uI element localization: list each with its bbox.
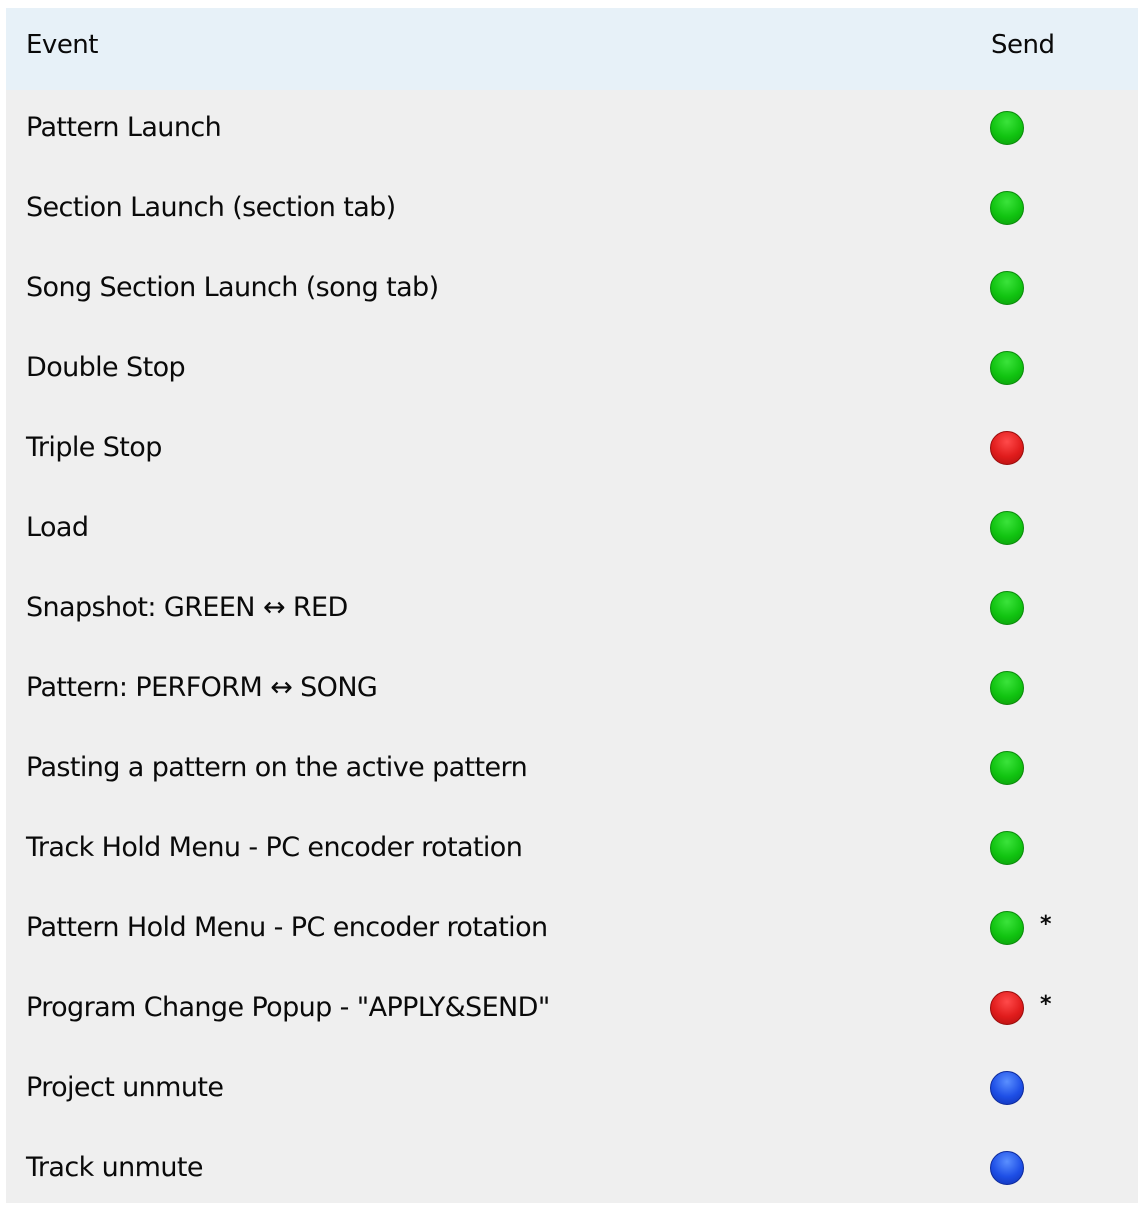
- blue-dot-icon: [990, 1151, 1024, 1185]
- table-row: Song Section Launch (song tab): [6, 250, 1138, 330]
- event-label: Triple Stop: [26, 432, 162, 463]
- table-row: Triple Stop: [6, 410, 1138, 490]
- event-label: Song Section Launch (song tab): [26, 272, 439, 303]
- table-row: Load: [6, 490, 1138, 570]
- red-dot-icon: [990, 991, 1024, 1025]
- send-column-header: Send: [991, 30, 1055, 60]
- event-label: Pattern Hold Menu - PC encoder rotation: [26, 912, 548, 943]
- green-dot-icon: [990, 911, 1024, 945]
- table-header: Event Send: [6, 8, 1138, 90]
- green-dot-icon: [990, 191, 1024, 225]
- event-label: Track unmute: [26, 1152, 203, 1183]
- event-label: Project unmute: [26, 1072, 224, 1103]
- table-row: Snapshot: GREEN ↔ RED: [6, 570, 1138, 650]
- event-label: Double Stop: [26, 352, 186, 383]
- event-label: Pasting a pattern on the active pattern: [26, 752, 528, 783]
- green-dot-icon: [990, 591, 1024, 625]
- event-label: Snapshot: GREEN ↔ RED: [26, 592, 348, 623]
- green-dot-icon: [990, 511, 1024, 545]
- event-label: Pattern Launch: [26, 112, 222, 143]
- table-row: Section Launch (section tab): [6, 170, 1138, 250]
- green-dot-icon: [990, 751, 1024, 785]
- event-send-table: Event Send Pattern Launch Section Launch…: [6, 8, 1138, 1203]
- event-column-header: Event: [26, 30, 98, 60]
- green-dot-icon: [990, 831, 1024, 865]
- table-row: Pattern Hold Menu - PC encoder rotation …: [6, 890, 1138, 970]
- table-row: Pattern Launch: [6, 90, 1138, 170]
- event-label: Program Change Popup - "APPLY&SEND": [26, 992, 550, 1023]
- table-row: Program Change Popup - "APPLY&SEND" *: [6, 970, 1138, 1050]
- red-dot-icon: [990, 431, 1024, 465]
- table-row: Pattern: PERFORM ↔ SONG: [6, 650, 1138, 730]
- table-row: Track unmute: [6, 1130, 1138, 1210]
- table-row: Pasting a pattern on the active pattern: [6, 730, 1138, 810]
- table-row: Project unmute: [6, 1050, 1138, 1130]
- event-label: Track Hold Menu - PC encoder rotation: [26, 832, 523, 863]
- note-marker: *: [1040, 992, 1052, 1017]
- note-marker: *: [1040, 912, 1052, 937]
- blue-dot-icon: [990, 1071, 1024, 1105]
- green-dot-icon: [990, 671, 1024, 705]
- green-dot-icon: [990, 351, 1024, 385]
- green-dot-icon: [990, 271, 1024, 305]
- event-label: Load: [26, 512, 89, 543]
- table-row: Track Hold Menu - PC encoder rotation: [6, 810, 1138, 890]
- green-dot-icon: [990, 111, 1024, 145]
- table-row: Double Stop: [6, 330, 1138, 410]
- event-label: Section Launch (section tab): [26, 192, 396, 223]
- event-label: Pattern: PERFORM ↔ SONG: [26, 672, 378, 703]
